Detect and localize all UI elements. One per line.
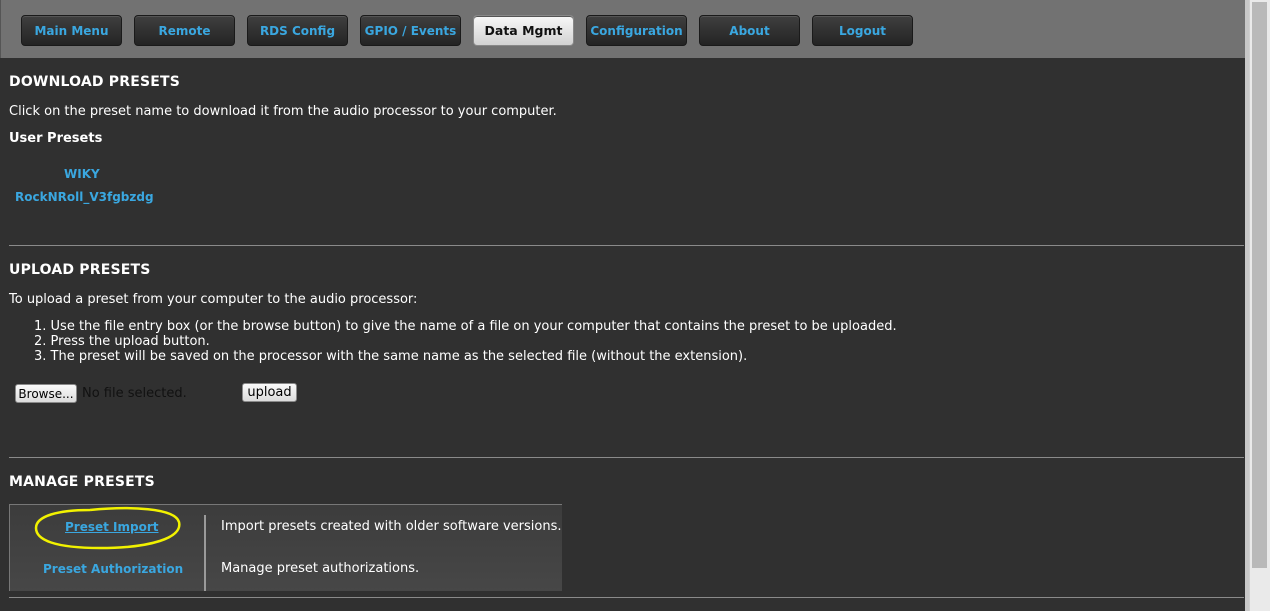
nav-gpio-events-button[interactable]: GPIO / Events	[360, 15, 461, 46]
upload-intro: To upload a preset from your computer to…	[9, 292, 418, 307]
preset-authorization-description: Manage preset authorizations.	[221, 561, 420, 576]
section-divider	[9, 457, 1244, 458]
nav-about-button[interactable]: About	[699, 15, 800, 46]
upload-step: 2. Press the upload button.	[34, 334, 210, 349]
preset-import-description: Import presets created with older softwa…	[221, 519, 562, 534]
vertical-scrollbar[interactable]	[1249, 0, 1270, 611]
column-divider	[204, 515, 206, 591]
highlight-circle	[34, 506, 181, 550]
top-nav-bar: Main Menu Remote RDS Config GPIO / Event…	[0, 0, 1246, 58]
section-divider	[9, 597, 1244, 598]
manage-presets-title: MANAGE PRESETS	[9, 474, 155, 490]
upload-steps-list: 1. Use the file entry box (or the browse…	[34, 319, 897, 364]
download-description: Click on the preset name to download it …	[9, 104, 557, 119]
upload-step: 3. The preset will be saved on the proce…	[34, 349, 748, 364]
preset-authorization-link[interactable]: Preset Authorization	[43, 562, 183, 576]
section-divider	[9, 245, 1244, 246]
upload-presets-title: UPLOAD PRESETS	[9, 262, 151, 278]
nav-logout-button[interactable]: Logout	[812, 15, 913, 46]
file-status-text: No file selected.	[82, 386, 187, 401]
preset-link-wiky[interactable]: WIKY	[64, 167, 100, 181]
upload-button[interactable]: upload	[242, 383, 297, 402]
nav-rds-config-button[interactable]: RDS Config	[247, 15, 348, 46]
upload-step: 1. Use the file entry box (or the browse…	[34, 319, 897, 334]
user-presets-label: User Presets	[9, 131, 103, 146]
download-presets-title: DOWNLOAD PRESETS	[9, 74, 181, 90]
nav-remote-button[interactable]: Remote	[134, 15, 235, 46]
browse-button[interactable]: Browse...	[15, 384, 77, 403]
preset-link-rocknroll[interactable]: RockNRoll_V3fgbzdg	[15, 190, 154, 204]
nav-data-mgmt-button[interactable]: Data Mgmt	[473, 15, 574, 46]
nav-configuration-button[interactable]: Configuration	[586, 15, 687, 46]
scrollbar-thumb[interactable]	[1252, 2, 1267, 568]
nav-main-menu-button[interactable]: Main Menu	[21, 15, 122, 46]
